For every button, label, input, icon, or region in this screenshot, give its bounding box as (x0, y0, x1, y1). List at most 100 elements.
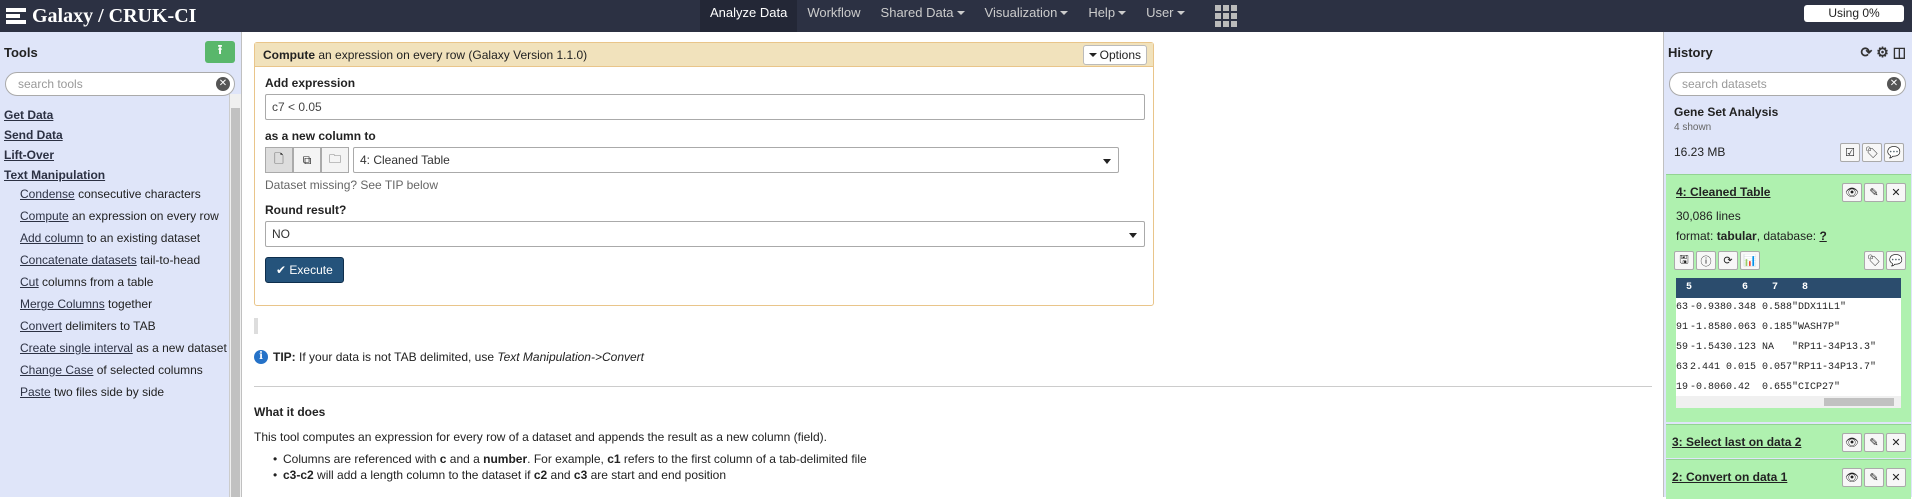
tip-message: i TIP: If your data is not TAB delimited… (254, 350, 644, 364)
tool-link[interactable]: Compute (20, 209, 69, 223)
peek-cell: -1.858 (1690, 322, 1727, 333)
dataset-title[interactable]: 4: Cleaned Table (1676, 185, 1770, 199)
round-result-label: Round result? (265, 203, 347, 217)
nav-analyze-data[interactable]: Analyze Data (700, 0, 798, 32)
dataset-title[interactable]: 3: Select last on data 2 (1672, 435, 1801, 449)
info-icon[interactable]: ⓘ (1696, 251, 1716, 270)
tool-link[interactable]: Cut (20, 275, 39, 289)
eye-icon[interactable]: 👁 (1842, 467, 1862, 487)
peek-scrollbar[interactable] (1676, 396, 1901, 408)
annotation-icon[interactable]: 💬 (1884, 142, 1904, 162)
multiple-datasets-icon[interactable]: ⧉ (293, 147, 321, 173)
tool-link[interactable]: Convert (20, 319, 62, 333)
dataset-select[interactable]: 4: Cleaned Table (353, 147, 1119, 173)
pencil-icon[interactable]: ✎ (1864, 182, 1884, 202)
nav-visualization[interactable]: Visualization (975, 0, 1079, 32)
help-text: c1 (607, 452, 621, 466)
tool-panel-header: Tools ⭱ (0, 38, 241, 66)
tool-section[interactable]: Send Data (4, 128, 237, 142)
options-button[interactable]: Options (1082, 44, 1147, 65)
quota-meter[interactable]: Using 0% (1804, 5, 1904, 22)
history-search-input[interactable]: search datasets ✕ (1669, 72, 1906, 96)
dataset-title[interactable]: 2: Convert on data 1 (1672, 470, 1787, 484)
scrollbar-thumb[interactable] (1824, 398, 1894, 406)
eye-icon[interactable]: 👁 (1842, 182, 1862, 202)
gear-icon[interactable]: ⚙ (1876, 44, 1889, 61)
tags-icon[interactable]: 🏷 (1864, 251, 1884, 270)
tool-section[interactable]: Get Data (4, 108, 237, 122)
pencil-icon[interactable]: ✎ (1864, 467, 1884, 487)
tool-description: to an existing dataset (86, 231, 201, 245)
tool-item[interactable]: Add column to an existing dataset (4, 230, 237, 246)
tool-description: delimiters to TAB (65, 319, 156, 333)
database-link[interactable]: ? (1819, 229, 1826, 243)
nav-workflow[interactable]: Workflow (797, 0, 870, 32)
tool-link[interactable]: Create single interval (20, 341, 133, 355)
tags-icon[interactable]: 🏷 (1862, 142, 1882, 162)
tool-link[interactable]: Change Case (20, 363, 93, 377)
caret-down-icon (956, 11, 965, 15)
round-result-select[interactable]: NO (265, 221, 1145, 247)
tool-item[interactable]: Merge Columns together (4, 296, 237, 312)
masthead: Galaxy / CRUK-CI Analyze Data Workflow Sha… (0, 0, 1912, 32)
clear-search-icon[interactable]: ✕ (1887, 77, 1901, 91)
tool-item[interactable]: Change Case of selected columns (4, 362, 237, 378)
upload-button[interactable]: ⭱ (205, 41, 235, 63)
brand[interactable]: Galaxy / CRUK-CI (0, 0, 196, 32)
delete-icon[interactable]: ✕ (1886, 467, 1906, 487)
tool-link[interactable]: Condense (20, 187, 75, 201)
refresh-icon[interactable]: ⟳ (1860, 44, 1872, 61)
nav-label: Visualization (984, 5, 1058, 20)
select-items-icon[interactable]: ☑ (1840, 142, 1860, 162)
tool-item[interactable]: Create single interval as a new dataset (4, 340, 237, 356)
nav-label: Help (1088, 5, 1116, 20)
dataset-collection-icon[interactable]: 🗀 (321, 147, 349, 173)
nav-help[interactable]: Help (1078, 0, 1136, 32)
help-text: number (483, 452, 528, 466)
help-text: will add a length column to the dataset … (313, 468, 534, 482)
history-name[interactable]: Gene Set Analysis (1664, 96, 1912, 119)
scrollbar-thumb[interactable] (231, 108, 240, 497)
delete-icon[interactable]: ✕ (1886, 182, 1906, 202)
tool-panel-scrollbar[interactable] (229, 94, 241, 497)
nav-shared-data[interactable]: Shared Data (871, 0, 975, 32)
tool-item[interactable]: Compute an expression on every row (4, 208, 237, 224)
tool-item[interactable]: Cut columns from a table (4, 274, 237, 290)
peek-cell: 0.185 (1762, 322, 1793, 333)
eye-icon[interactable]: 👁 (1842, 432, 1862, 452)
tool-link[interactable]: Merge Columns (20, 297, 105, 311)
help-description: This tool computes an expression for eve… (254, 430, 827, 444)
apps-grid-icon[interactable] (1195, 0, 1257, 32)
dataset-help: Dataset missing? See TIP below (265, 178, 438, 192)
tool-link[interactable]: Paste (20, 385, 51, 399)
delete-icon[interactable]: ✕ (1886, 432, 1906, 452)
tool-item[interactable]: Condense consecutive characters (4, 186, 237, 202)
peek-cell: NA (1762, 342, 1775, 353)
nav-label: Shared Data (880, 5, 954, 20)
tool-section[interactable]: Lift-Over (4, 148, 237, 162)
tool-panel-title: Tools (4, 44, 38, 60)
visualize-icon[interactable]: 📊 (1740, 251, 1760, 270)
tool-link[interactable]: Add column (20, 231, 83, 245)
tool-description: an expression on every row (72, 209, 219, 223)
help-text: c3 (573, 468, 588, 482)
tool-description: as a new dataset (136, 341, 227, 355)
tool-item[interactable]: Convert delimiters to TAB (4, 318, 237, 334)
clear-search-icon[interactable]: ✕ (216, 77, 230, 91)
expression-input[interactable]: c7 < 0.05 (265, 94, 1145, 120)
tool-link[interactable]: Concatenate datasets (20, 253, 137, 267)
download-icon[interactable]: 🖫 (1674, 251, 1694, 270)
tip-tool-link: Text Manipulation->Convert (497, 350, 644, 364)
columns-icon[interactable]: ◫ (1893, 44, 1906, 61)
tool-section[interactable]: Text Manipulation (4, 168, 237, 182)
annotation-icon[interactable]: 💬 (1886, 251, 1906, 270)
brand-title: Galaxy / CRUK-CI (32, 4, 197, 27)
pencil-icon[interactable]: ✎ (1864, 432, 1884, 452)
nav-user[interactable]: User (1136, 0, 1194, 32)
rerun-icon[interactable]: ⟳ (1718, 251, 1738, 270)
tool-search-input[interactable]: search tools ✕ (5, 72, 235, 96)
single-dataset-icon[interactable]: 🗋 (265, 147, 293, 173)
tool-item[interactable]: Paste two files side by side (4, 384, 237, 400)
tool-item[interactable]: Concatenate datasets tail-to-head (4, 252, 237, 268)
execute-button[interactable]: ✔ Execute (265, 257, 344, 283)
